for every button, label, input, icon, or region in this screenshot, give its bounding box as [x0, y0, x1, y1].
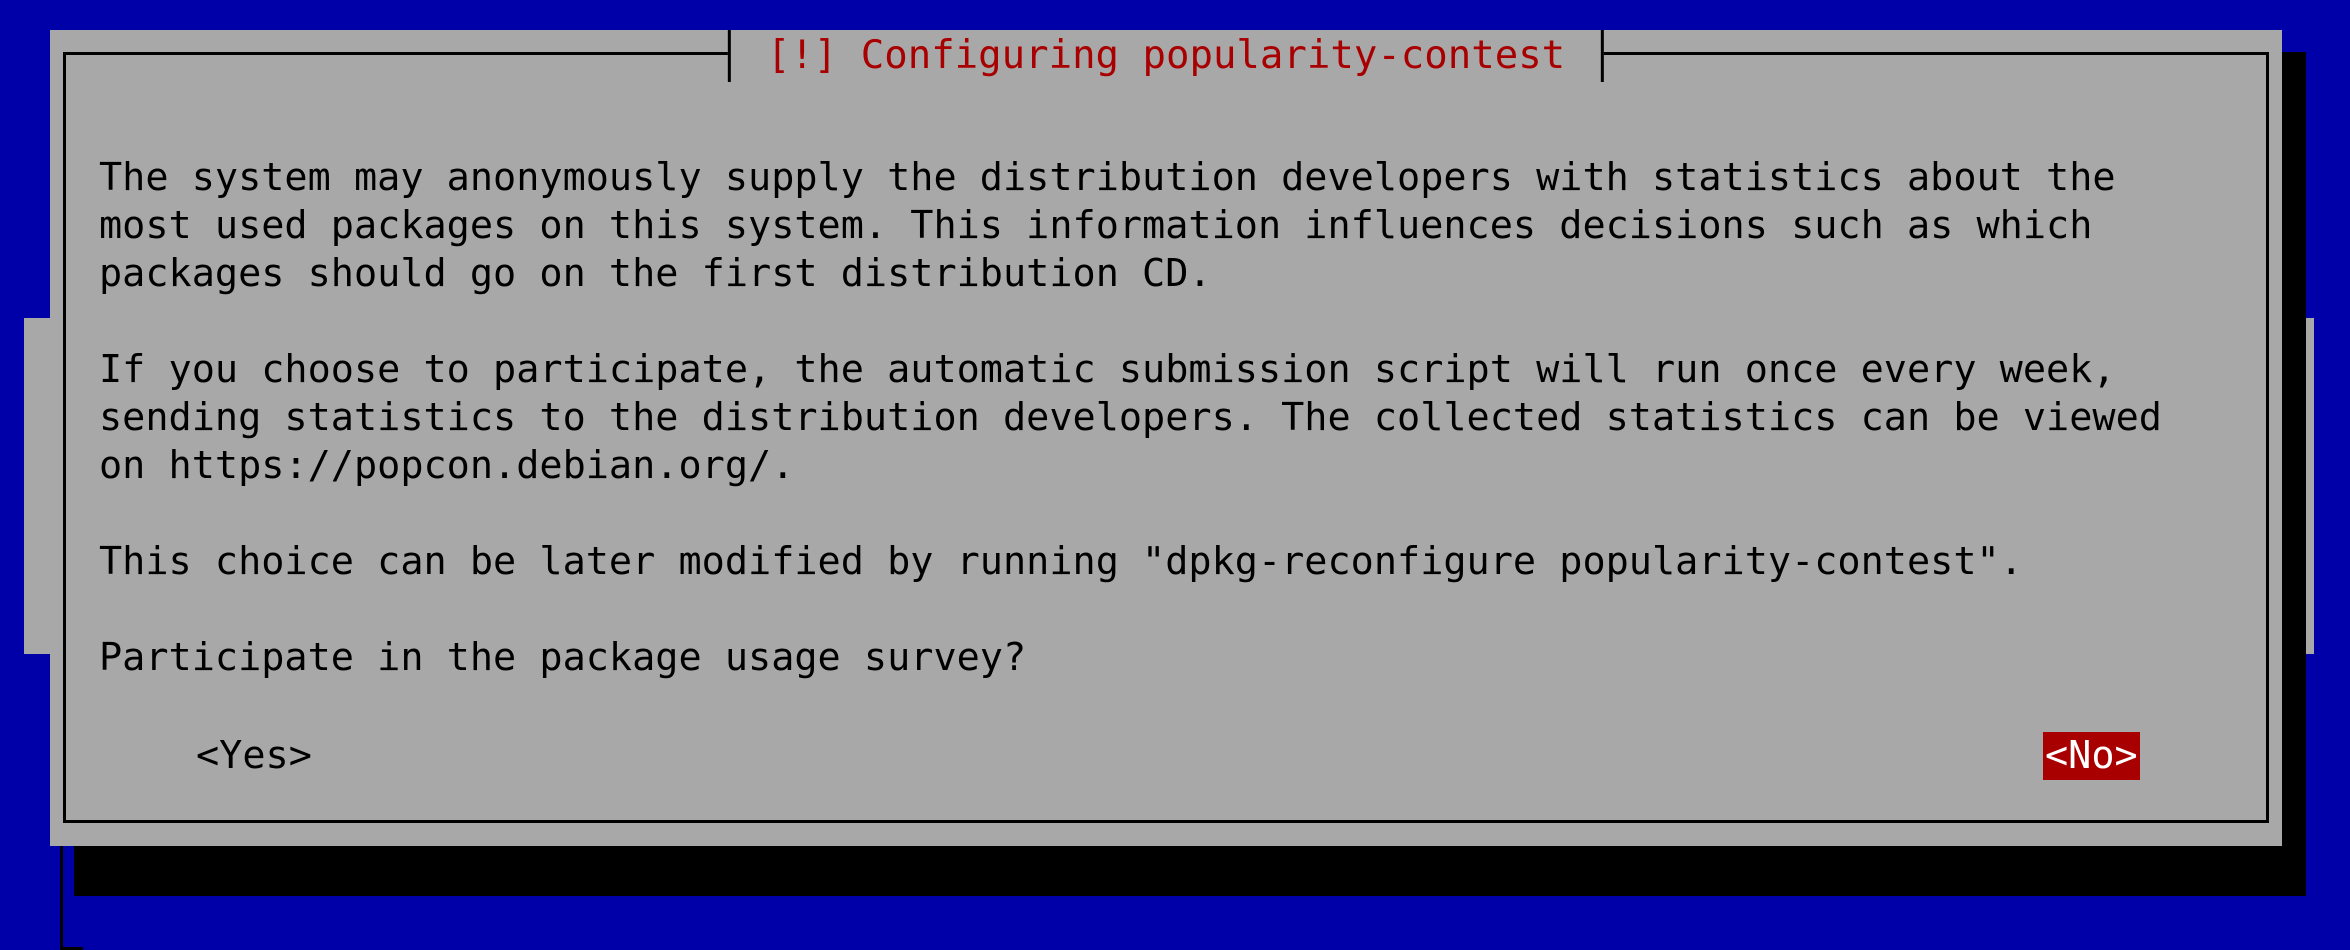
popularity-contest-dialog: [!] Configuring popularity-contest The s… [50, 30, 2282, 846]
message-line: This choice can be later modified by run… [99, 539, 2023, 584]
message-line: If you choose to participate, the automa… [99, 347, 2116, 392]
dialog-title: [!] Configuring popularity-contest [727, 30, 1605, 82]
message-line: sending statistics to the distribution d… [99, 395, 2162, 440]
message-line: most used packages on this system. This … [99, 203, 2093, 248]
no-button[interactable]: <No> [2043, 732, 2140, 780]
message-line: packages should go on the first distribu… [99, 251, 1212, 296]
message-line: The system may anonymously supply the di… [99, 155, 2116, 200]
dialog-message: The system may anonymously supply the di… [99, 154, 2279, 682]
survey-question: Participate in the package usage survey? [99, 635, 1027, 680]
yes-button[interactable]: <Yes> [196, 732, 312, 780]
message-line: on https://popcon.debian.org/. [99, 443, 795, 488]
